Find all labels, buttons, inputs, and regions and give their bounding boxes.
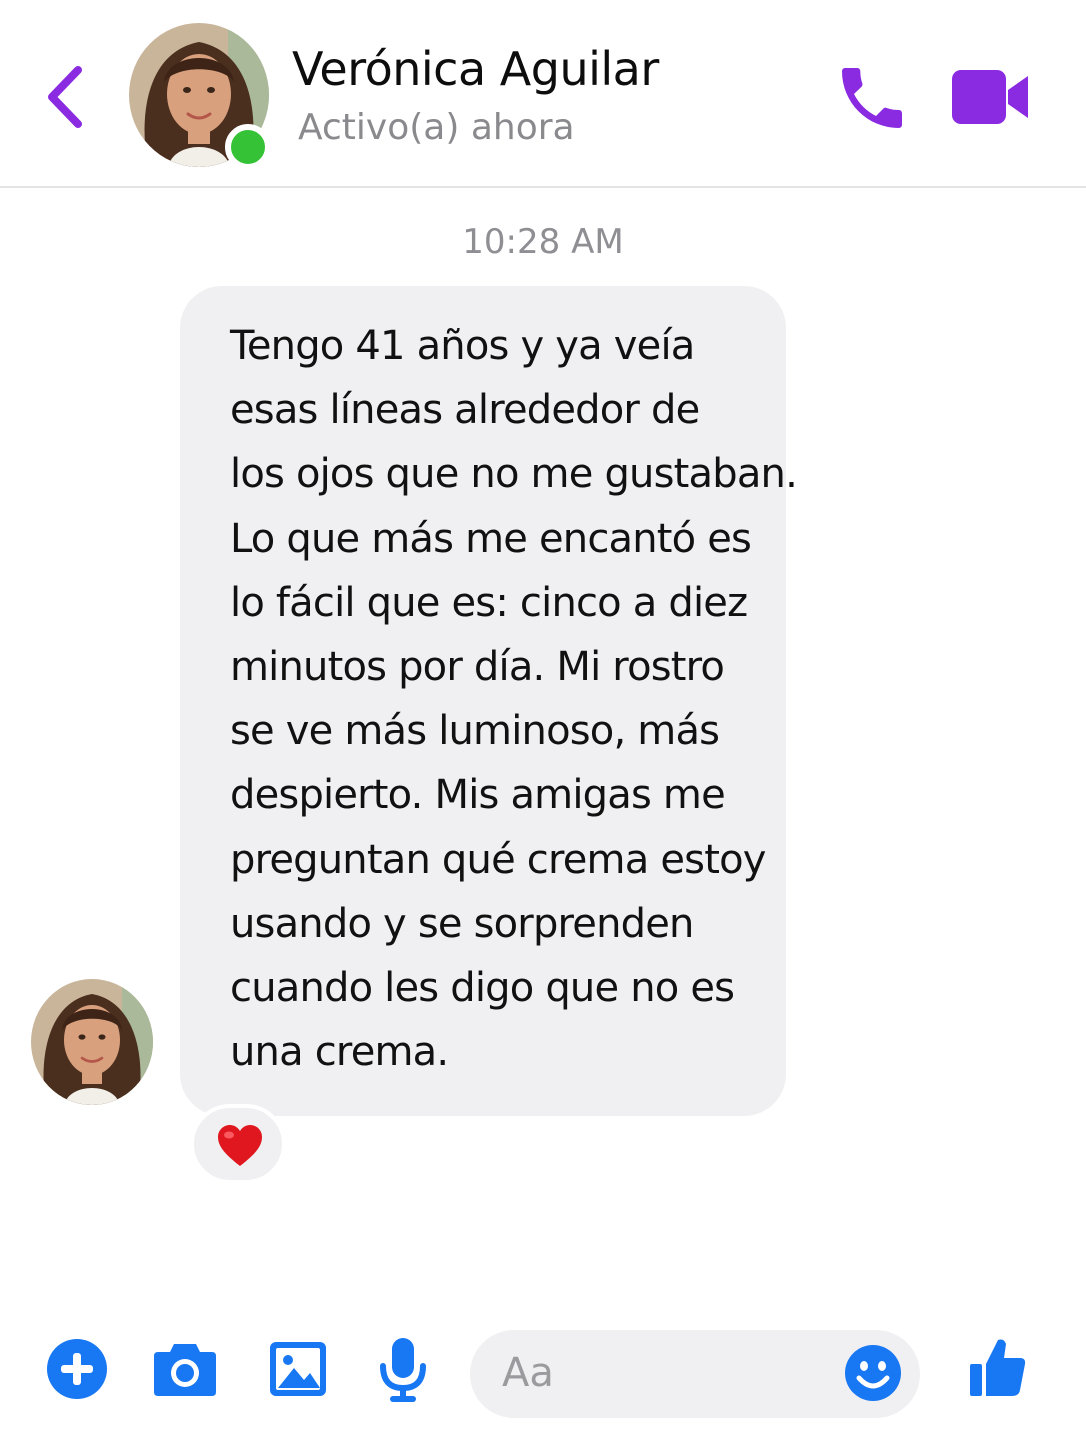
message-bubble[interactable]: Tengo 41 años y ya veía esas líneas alre… [180, 286, 798, 1116]
camera-button[interactable] [152, 1340, 218, 1398]
voice-call-button[interactable] [832, 58, 912, 138]
message-line: una crema. [230, 1029, 449, 1076]
message-input-placeholder: Aa [502, 1350, 554, 1396]
chat-header: Verónica Aguilar Activo(a) ahora [0, 0, 1086, 188]
message-line: Tengo 41 años y ya veía [230, 323, 695, 369]
message-line: minutos por día. Mi rostro [230, 644, 725, 691]
message-line: se ve más luminoso, más [230, 708, 720, 755]
sender-avatar[interactable] [30, 978, 154, 1106]
message-text: Tengo 41 años y ya veía esas líneas alre… [230, 314, 798, 1084]
camera-icon [154, 1344, 216, 1396]
microphone-icon [380, 1338, 426, 1402]
message-reaction[interactable] [190, 1104, 286, 1184]
message-line: usando y se sorprenden [230, 900, 694, 947]
voice-message-button[interactable] [378, 1336, 428, 1404]
message-line: despierto. Mis amigas me [230, 772, 726, 819]
contact-name[interactable]: Verónica Aguilar [292, 42, 659, 96]
video-camera-icon [952, 70, 1028, 124]
plus-icon [47, 1339, 107, 1399]
thumbs-up-icon [970, 1339, 1026, 1396]
gallery-button[interactable] [268, 1340, 328, 1398]
phone-icon [842, 68, 902, 128]
like-button[interactable] [966, 1336, 1028, 1398]
message-line: los ojos que no me gustaban. [230, 451, 798, 498]
message-line: Lo que más me encantó es [230, 515, 752, 562]
message-input[interactable]: Aa [470, 1330, 920, 1418]
smiley-icon [845, 1345, 901, 1401]
back-button[interactable] [40, 62, 96, 132]
message-line: lo fácil que es: cinco a diez [230, 579, 748, 626]
video-call-button[interactable] [948, 66, 1034, 128]
message-timestamp: 10:28 AM [462, 222, 624, 262]
message-line: cuando les digo que no es [230, 965, 735, 1012]
message-line: preguntan qué crema estoy [230, 836, 766, 883]
heart-icon [218, 1125, 262, 1166]
online-indicator [225, 124, 271, 170]
chevron-left-icon [48, 66, 82, 128]
image-icon [270, 1342, 326, 1396]
message-line: esas líneas alrededor de [230, 387, 700, 434]
message-composer: Aa [0, 1320, 1086, 1430]
emoji-button[interactable] [844, 1344, 902, 1402]
more-actions-button[interactable] [46, 1338, 108, 1400]
active-status: Activo(a) ahora [298, 107, 575, 148]
